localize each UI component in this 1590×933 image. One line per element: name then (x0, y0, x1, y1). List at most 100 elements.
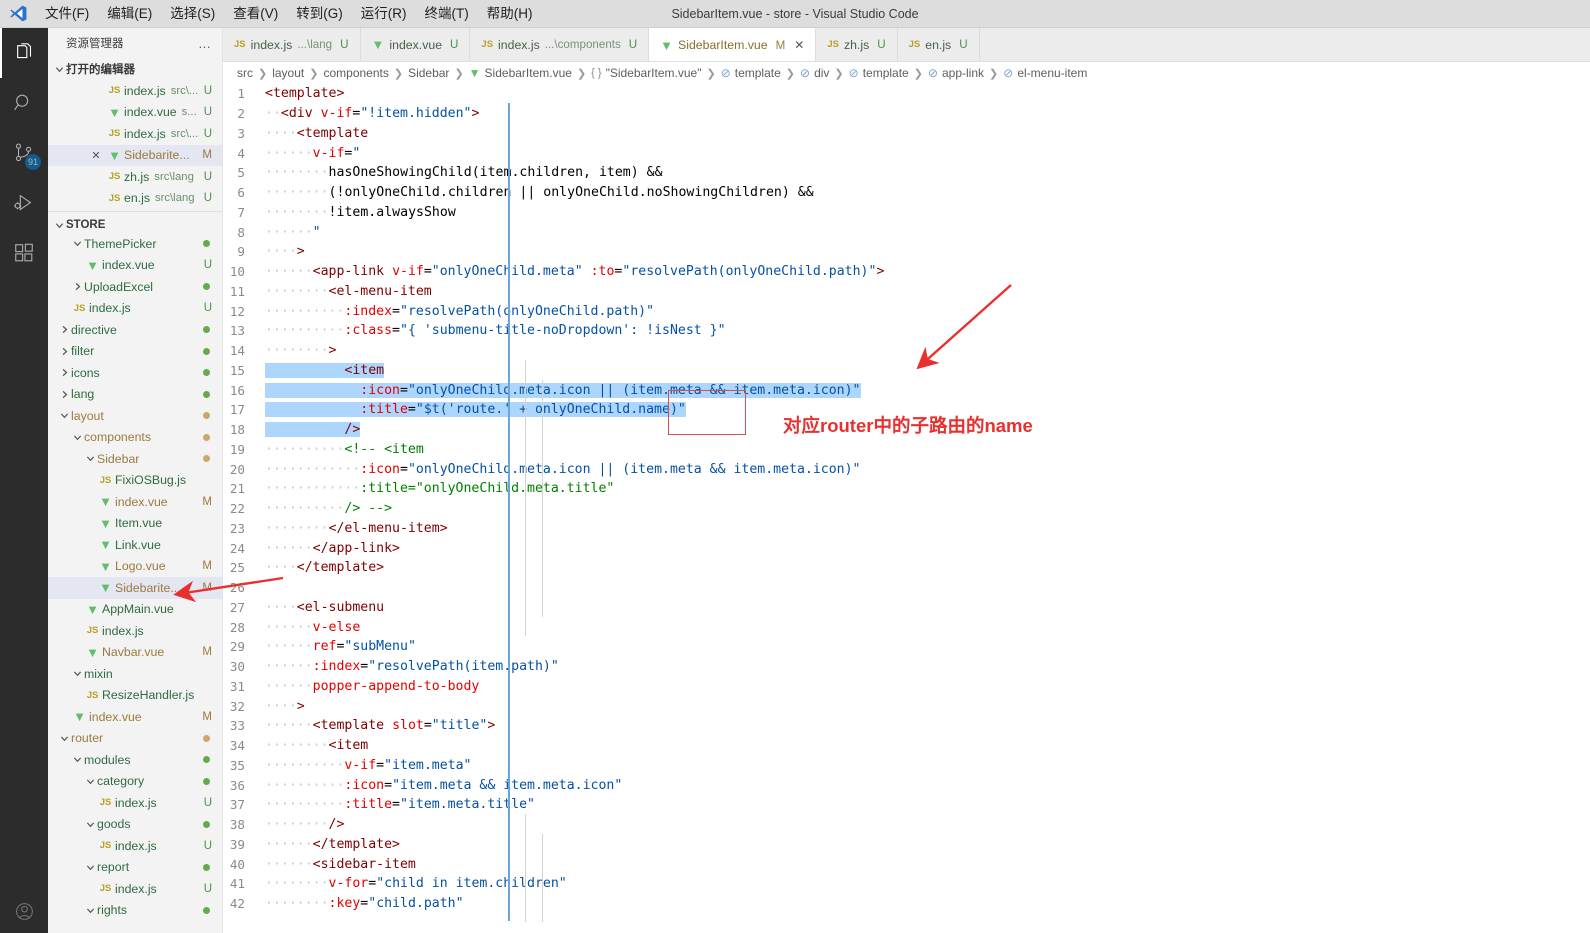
menu-file[interactable]: 文件(F) (36, 0, 98, 28)
search-icon[interactable] (0, 78, 48, 128)
tree-file-row[interactable]: ▼ Logo.vue M (48, 556, 222, 578)
tree-file-row[interactable]: ▼ AppMain.vue (48, 599, 222, 621)
store-file-tree: ThemePicker ▼ index.vue U UploadExcel JS index… (48, 233, 222, 921)
tree-folder-row[interactable]: directive (48, 319, 222, 341)
code-line: 12 ··········:index="resolvePath(onlyOneC… (223, 301, 1590, 321)
code-line: 20 ············:icon="onlyOneChild.meta.i… (223, 459, 1590, 479)
tree-folder-row[interactable]: mixin (48, 663, 222, 685)
run-debug-icon[interactable] (0, 178, 48, 228)
vue-file-icon: ▼ (371, 37, 385, 52)
code-line: 39 ······</template> (223, 835, 1590, 855)
menu-terminal[interactable]: 终端(T) (416, 0, 478, 28)
tree-file-row[interactable]: ▼ Navbar.vue M (48, 642, 222, 664)
breadcrumb-separator-icon: ❯ (258, 67, 268, 80)
tree-file-row[interactable]: ▼ Sidebarite... M (48, 577, 222, 599)
menu-edit[interactable]: 编辑(E) (98, 0, 161, 28)
explorer-icon[interactable] (0, 28, 48, 78)
breadcrumb-segment[interactable]: { } "SidebarItem.vue" (591, 66, 701, 80)
tree-file-row[interactable]: ▼ index.vue M (48, 706, 222, 728)
editor-tab[interactable]: JS index.js ...\lang U (223, 28, 361, 61)
tree-file-row[interactable]: ▼ index.vue U (48, 255, 222, 277)
tree-folder-row[interactable]: category (48, 771, 222, 793)
line-number: 1 (237, 86, 245, 102)
tree-file-row[interactable]: JS ResizeHandler.js (48, 685, 222, 707)
tree-file-row[interactable]: JS index.js U (48, 878, 222, 900)
close-icon[interactable]: ✕ (87, 149, 105, 162)
tree-folder-row[interactable]: report (48, 857, 222, 879)
breadcrumb-segment[interactable]: layout (272, 66, 304, 80)
tree-file-row[interactable]: JS index.js (48, 620, 222, 642)
tree-file-row[interactable]: ▼ Link.vue (48, 534, 222, 556)
open-editor-item[interactable]: JS zh.js src\lang U (48, 166, 222, 188)
menu-selection[interactable]: 选择(S) (161, 0, 224, 28)
extensions-icon[interactable] (0, 228, 48, 278)
open-editor-item[interactable]: ✕ ▼ Sidebarite... M (48, 144, 222, 166)
breadcrumb-segment[interactable]: ▼ SidebarItem.vue (469, 66, 572, 80)
tree-folder-row[interactable]: Sidebar (48, 448, 222, 470)
breadcrumb-segment[interactable]: ⊘ template (849, 66, 909, 80)
tree-file-row[interactable]: ▼ index.vue M (48, 491, 222, 513)
code-text: ··········:title="item.meta.title" (265, 797, 535, 813)
open-editor-name: index.js (124, 126, 166, 141)
account-icon[interactable] (0, 889, 48, 933)
code-text: ··········/> (265, 422, 361, 438)
open-editor-name: Sidebarite... (124, 148, 190, 163)
code-line: 31 ······popper-append-to-body (223, 677, 1590, 697)
menu-view[interactable]: 查看(V) (224, 0, 287, 28)
editor-tab[interactable]: JS index.js ...\components U (470, 28, 650, 61)
code-text: ······ref="subMenu" (265, 639, 416, 655)
explorer-more-actions-icon[interactable]: … (194, 36, 216, 51)
menu-goto[interactable]: 转到(G) (287, 0, 352, 28)
tree-folder-row[interactable]: router (48, 728, 222, 750)
tree-folder-row[interactable]: rights (48, 900, 222, 922)
tree-file-row[interactable]: JS FixiOSBug.js (48, 470, 222, 492)
breadcrumb-segment[interactable]: ⊘ template (721, 66, 781, 80)
tree-folder-row[interactable]: filter (48, 341, 222, 363)
editor-tab[interactable]: ▼ SidebarItem.vue M ✕ (649, 28, 817, 61)
editor-tab[interactable]: JS zh.js U (816, 28, 898, 61)
tree-file-row[interactable]: JS index.js U (48, 298, 222, 320)
menu-run[interactable]: 运行(R) (352, 0, 416, 28)
breadcrumb-segment[interactable]: Sidebar (408, 66, 449, 80)
breadcrumb-segment[interactable]: ⊘ app-link (928, 66, 984, 80)
editor-tab[interactable]: ▼ index.vue U (360, 28, 471, 61)
tree-folder-row[interactable]: modules (48, 749, 222, 771)
tree-file-row[interactable]: JS index.js U (48, 835, 222, 857)
code-text: ····</template> (265, 560, 385, 576)
tree-folder-row[interactable]: components (48, 427, 222, 449)
folder-name: directive (71, 322, 117, 337)
breadcrumb-segment[interactable]: ⊘ div (800, 66, 829, 80)
open-editor-item[interactable]: JS index.js src\... U (48, 123, 222, 145)
tree-file-row[interactable]: ▼ Item.vue (48, 513, 222, 535)
source-control-icon[interactable]: 91 (0, 128, 48, 178)
tree-folder-row[interactable]: goods (48, 814, 222, 836)
code-text: ········<el-menu-item (265, 283, 432, 299)
editor-tab[interactable]: JS en.js U (897, 28, 980, 61)
tree-folder-row[interactable]: icons (48, 362, 222, 384)
breadcrumb-segment[interactable]: src (237, 66, 253, 80)
code-line: 32 ····> (223, 696, 1590, 716)
file-name: FixiOSBug.js (115, 473, 187, 488)
vue-file-icon: ▼ (660, 37, 674, 53)
breadcrumb-segment[interactable]: ⊘ el-menu-item (1003, 66, 1087, 80)
tree-folder-row[interactable]: ThemePicker (48, 233, 222, 255)
tree-file-row[interactable]: JS index.js U (48, 792, 222, 814)
tree-folder-row[interactable]: lang (48, 384, 222, 406)
code-editor[interactable]: 1 <template> 2 ··<div v-if="!item.hidden"> 3… (223, 84, 1590, 933)
tree-folder-row[interactable]: UploadExcel (48, 276, 222, 298)
open-editor-item[interactable]: ▼ index.vue s... U (48, 102, 222, 124)
code-line: 4 ······v-if=" (223, 143, 1590, 163)
tree-folder-row[interactable]: layout (48, 405, 222, 427)
code-text: ··········<item (265, 362, 385, 378)
breadcrumb-segment[interactable]: components (323, 66, 388, 80)
open-editor-item[interactable]: JS index.js src\... U (48, 80, 222, 102)
line-number: 11 (229, 283, 245, 299)
menu-help[interactable]: 帮助(H) (478, 0, 542, 28)
chevron-down-icon (83, 820, 97, 829)
section-open-editors[interactable]: 打开的编辑器 (48, 58, 222, 80)
line-number: 6 (237, 185, 245, 201)
tab-close-icon[interactable]: ✕ (794, 38, 804, 52)
file-name: Navbar.vue (102, 645, 165, 660)
explorer-title: 资源管理器 (66, 38, 124, 50)
open-editor-item[interactable]: JS en.js src\lang U (48, 188, 222, 210)
